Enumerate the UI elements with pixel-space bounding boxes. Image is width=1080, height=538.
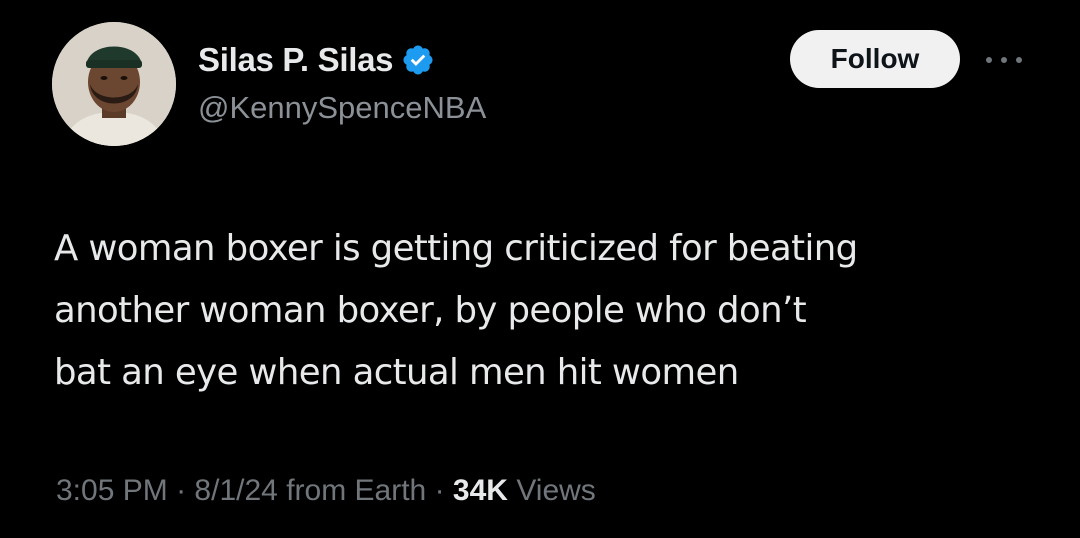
tweet-text-line: another woman boxer, by people who don’t (54, 290, 807, 331)
tweet-source: from Earth (286, 474, 427, 507)
verified-badge-icon[interactable] (401, 43, 435, 77)
tweet-card: Silas P. Silas @KennySpenceNBA Follow A … (0, 0, 1080, 538)
more-dot (1001, 57, 1007, 63)
avatar-photo (52, 22, 176, 146)
author-handle[interactable]: @KennySpenceNBA (198, 90, 486, 126)
views-label: Views (516, 474, 596, 507)
meta-separator: · (176, 474, 187, 507)
tweet-text-line: A woman boxer is getting criticized for … (54, 228, 858, 269)
display-name[interactable]: Silas P. Silas (198, 41, 393, 79)
more-dot (1016, 57, 1022, 63)
follow-button[interactable]: Follow (790, 30, 960, 88)
meta-separator: · (434, 474, 445, 507)
views-count: 34K (452, 474, 508, 507)
tweet-time[interactable]: 3:05 PM (56, 474, 168, 507)
tweet-date[interactable]: 8/1/24 (194, 474, 277, 507)
tweet-meta: 3:05 PM · 8/1/24 from Earth · 34K Views (56, 474, 596, 508)
avatar[interactable] (52, 22, 176, 146)
more-horizontal-icon[interactable] (986, 50, 1022, 70)
tweet-text: A woman boxer is getting criticized for … (54, 218, 1044, 404)
tweet-text-line: bat an eye when actual men hit women (54, 352, 739, 393)
more-dot (986, 57, 992, 63)
author-name-row: Silas P. Silas (198, 38, 435, 82)
